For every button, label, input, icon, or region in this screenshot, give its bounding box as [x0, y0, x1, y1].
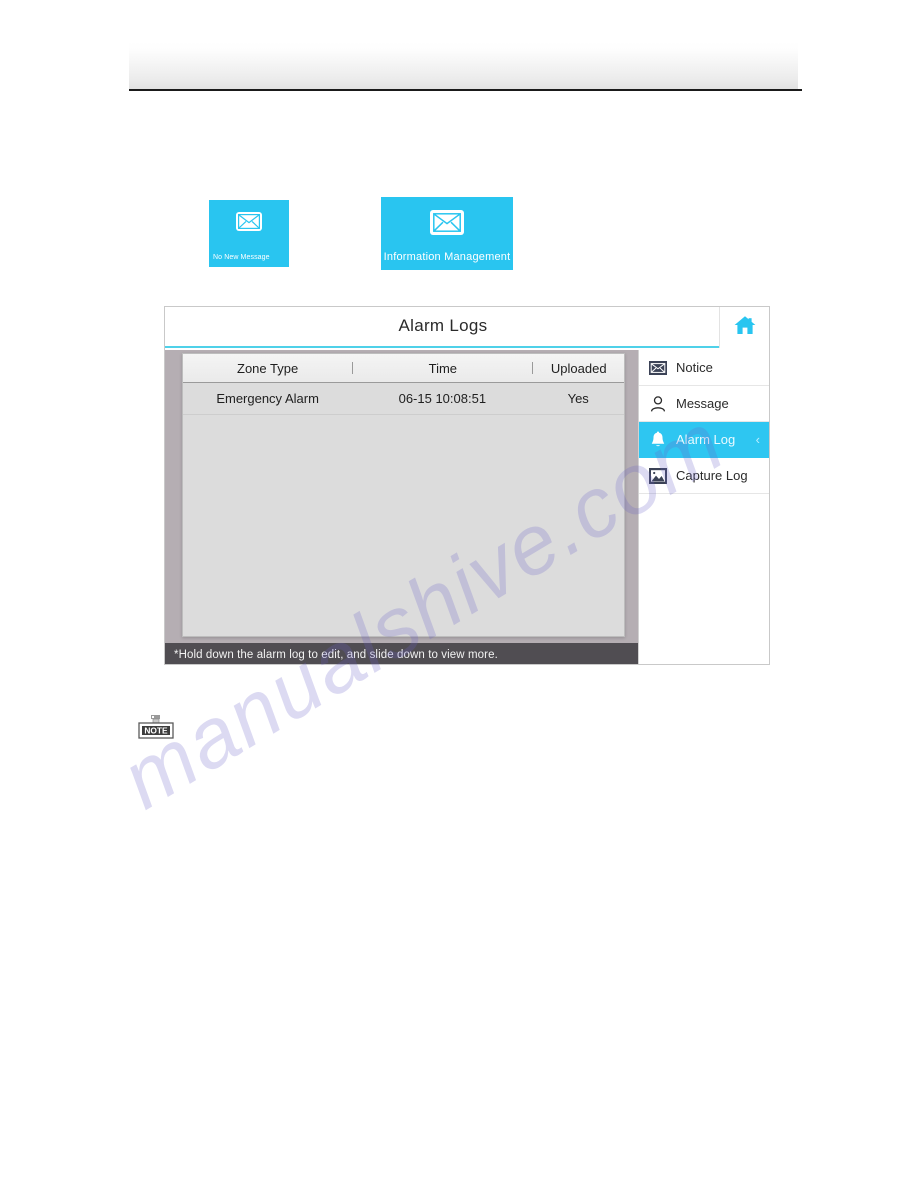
- menu-item-notice[interactable]: Notice: [639, 350, 769, 386]
- side-menu: Notice Message Alarm Log ‹ Capture Log: [638, 350, 769, 664]
- menu-item-label: Alarm Log: [676, 432, 736, 447]
- header-divider-rule: [129, 89, 802, 91]
- table-header-row: Zone Type Time Uploaded: [183, 354, 624, 383]
- home-icon: [733, 314, 757, 341]
- tile-information-management[interactable]: Information Management: [381, 197, 513, 270]
- menu-item-label: Message: [676, 396, 729, 411]
- note-icon: NOTE: [136, 714, 176, 744]
- cell-zone-type: Emergency Alarm: [216, 391, 319, 406]
- image-icon: [648, 466, 668, 486]
- envelope-icon: [430, 210, 464, 235]
- cell-uploaded: Yes: [567, 391, 589, 406]
- menu-item-label: Capture Log: [676, 468, 748, 483]
- column-header-time: Time: [428, 360, 458, 376]
- table-row[interactable]: Emergency Alarm 06-15 10:08:51 Yes: [183, 383, 624, 415]
- menu-item-message[interactable]: Message: [639, 386, 769, 422]
- tile-icon-wrap: [209, 212, 289, 231]
- chevron-left-icon: ‹: [755, 432, 760, 447]
- tile-no-new-message[interactable]: No New Message: [209, 200, 289, 267]
- page-header-band: [129, 42, 798, 89]
- footer-hint: *Hold down the alarm log to edit, and sl…: [165, 643, 638, 664]
- tile-label: No New Message: [213, 254, 270, 261]
- device-titlebar: Alarm Logs: [165, 307, 769, 348]
- tile-label: Information Management: [383, 251, 511, 263]
- device-screenshot-panel: Alarm Logs Zone Type Time Uploaded Emerg…: [164, 306, 770, 665]
- envelope-icon: [236, 212, 262, 231]
- envelope-icon: [648, 358, 668, 378]
- note-label: NOTE: [144, 725, 168, 735]
- tile-icon-wrap: [381, 210, 513, 235]
- menu-item-label: Notice: [676, 360, 713, 375]
- menu-item-capture-log[interactable]: Capture Log: [639, 458, 769, 494]
- column-header-zone-type: Zone Type: [237, 360, 299, 376]
- alarm-log-table: Zone Type Time Uploaded Emergency Alarm …: [182, 353, 625, 637]
- page-title: Alarm Logs: [398, 316, 488, 335]
- person-icon: [648, 394, 668, 414]
- menu-item-alarm-log[interactable]: Alarm Log ‹: [639, 422, 769, 458]
- bell-icon: [648, 430, 668, 450]
- alarm-log-area: Zone Type Time Uploaded Emergency Alarm …: [165, 350, 638, 664]
- home-button[interactable]: [719, 307, 769, 348]
- cell-time: 06-15 10:08:51: [398, 391, 487, 406]
- column-header-uploaded: Uploaded: [550, 360, 607, 376]
